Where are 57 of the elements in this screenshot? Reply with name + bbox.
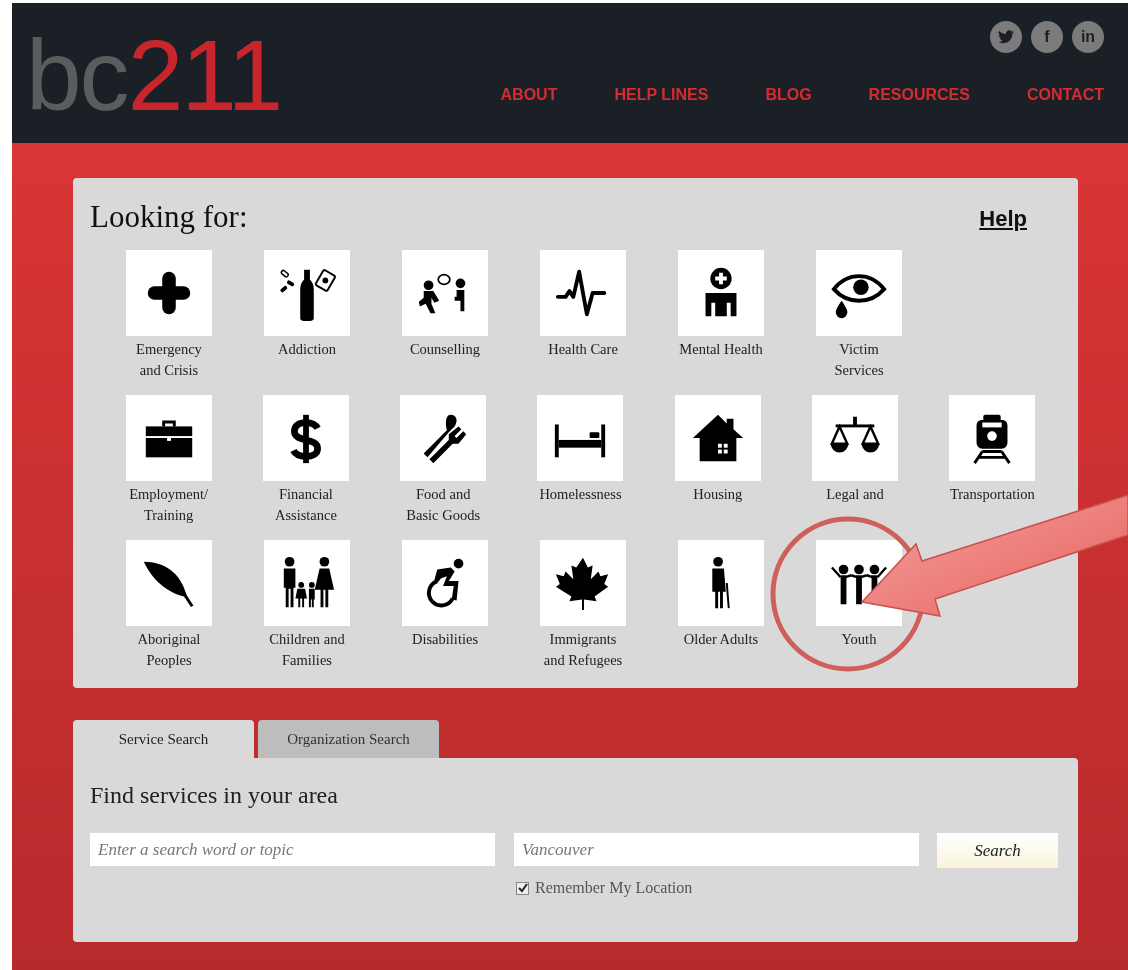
category-label: Aboriginal Peoples — [137, 630, 201, 670]
nav-link[interactable]: BLOG — [765, 83, 812, 107]
bird-icon — [998, 30, 1014, 44]
category-label: Health Care — [548, 340, 618, 359]
category-tile[interactable] — [402, 540, 488, 626]
category-label: Employment/ Training — [129, 485, 209, 525]
category-tile[interactable] — [125, 395, 212, 481]
category-label: Food and Basic Goods — [406, 485, 481, 525]
category-tile[interactable] — [264, 250, 350, 336]
logo[interactable]: bc211 — [26, 3, 282, 143]
remember-checkbox[interactable] — [516, 881, 529, 895]
category-label: Counselling — [409, 340, 481, 359]
search-title: Find services in your area — [90, 781, 339, 810]
category-tile[interactable] — [674, 395, 761, 481]
category-label: Financial Assistance — [274, 485, 337, 525]
category-label: Emergency and Crisis — [136, 340, 202, 380]
category-tile[interactable] — [812, 395, 899, 481]
category-label: Mental Health — [679, 340, 763, 359]
panel-title: Looking for: — [90, 198, 248, 236]
category-label: Victim Services — [834, 340, 884, 380]
category-tile[interactable] — [678, 250, 764, 336]
category-label: Immigrants and Refugees — [543, 630, 623, 670]
category-tile[interactable] — [262, 395, 349, 481]
twitter-button[interactable] — [990, 21, 1022, 53]
nav-link[interactable]: ABOUT — [500, 83, 558, 107]
category-tile[interactable] — [126, 250, 212, 336]
category-label: Addiction — [278, 340, 336, 359]
search-button[interactable]: Search — [937, 833, 1058, 868]
category-tile[interactable] — [537, 395, 624, 481]
nav-link[interactable]: CONTACT — [1026, 83, 1104, 107]
category-tile[interactable] — [540, 250, 626, 336]
remember-label: Remember My Location — [535, 878, 693, 899]
social-button[interactable]: f — [1031, 21, 1063, 53]
social-button[interactable]: in — [1072, 21, 1104, 53]
nav-link[interactable]: HELP LINES — [614, 83, 709, 107]
category-label: Disabilities — [411, 630, 479, 649]
category-label: Children and Families — [269, 630, 345, 670]
location-field[interactable]: Vancouver — [514, 833, 919, 866]
category-tile[interactable] — [402, 250, 488, 336]
category-tile[interactable] — [126, 540, 212, 626]
category-tile[interactable] — [678, 540, 764, 626]
category-label: Housing — [693, 485, 743, 504]
category-label: Transportation — [949, 485, 1035, 504]
search-tab[interactable]: Service Search — [73, 720, 254, 758]
category-tile[interactable] — [949, 395, 1036, 481]
category-label: Legal and — [826, 485, 884, 504]
search-tab[interactable]: Organization Search — [258, 720, 439, 758]
category-label: Youth — [841, 630, 877, 649]
nav-link[interactable]: RESOURCES — [868, 83, 970, 107]
category-tile[interactable] — [400, 395, 487, 481]
category-tile[interactable] — [540, 540, 626, 626]
category-tile[interactable] — [264, 540, 350, 626]
category-label: Older Adults — [683, 630, 759, 649]
help-link[interactable]: Help — [979, 202, 1027, 235]
category-tile[interactable] — [816, 250, 902, 336]
category-label: Homelessness — [539, 485, 622, 504]
topic-field[interactable]: Enter a search word or topic — [90, 833, 495, 866]
